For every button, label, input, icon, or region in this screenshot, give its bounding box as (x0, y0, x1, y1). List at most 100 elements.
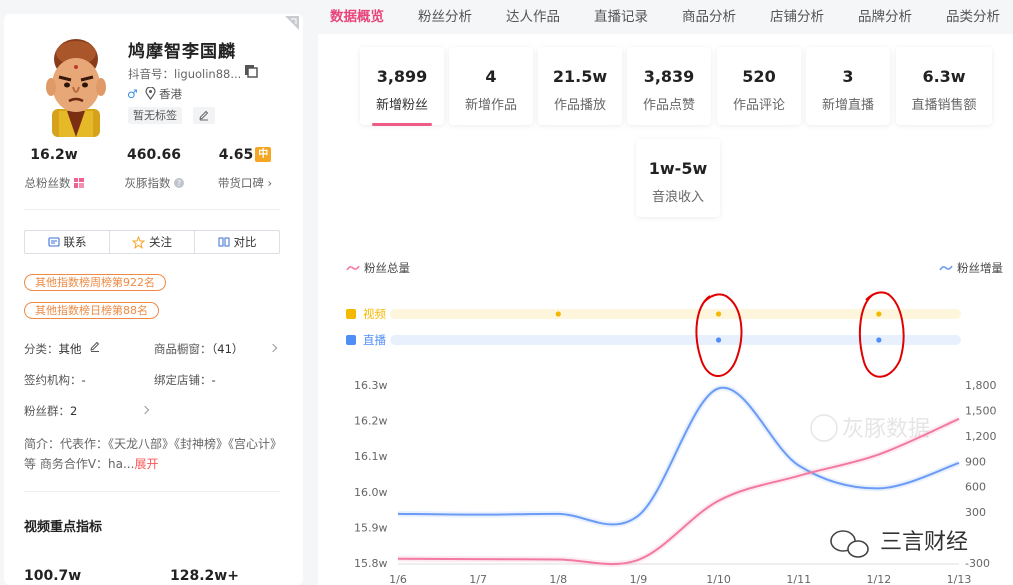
tab-creator-works[interactable]: 达人作品 (506, 5, 560, 25)
shop-info: 绑定店铺：- (154, 372, 216, 388)
follow-label: 关注 (149, 234, 172, 250)
watermark-icon (811, 415, 837, 441)
follow-button[interactable]: 关注 (110, 231, 195, 253)
fans-trend-chart: 视频直播15.8w15.9w16.0w16.1w16.2w16.3w-30030… (318, 34, 1013, 585)
grid-icon (74, 178, 84, 188)
event-row-label: 视频 (346, 307, 386, 321)
profile-name: 鸠摩智李国麟 (128, 37, 236, 62)
divider (24, 491, 280, 492)
stat-label: 灰豚指数? (106, 175, 202, 191)
compare-button[interactable]: 对比 (195, 231, 279, 253)
fans-group-info: 粉丝群：2 (24, 403, 77, 419)
tab-fans-analysis[interactable]: 粉丝分析 (418, 5, 472, 25)
tab-brand-analysis[interactable]: 品牌分析 (858, 5, 912, 25)
y-right-tick-label: 1,200 (965, 430, 997, 443)
tab-live-records[interactable]: 直播记录 (594, 5, 648, 25)
douyin-id: 抖音号：liguolin88... (128, 66, 241, 82)
y-left-tick-label: 15.9w (354, 521, 388, 534)
copy-icon[interactable] (244, 64, 258, 78)
location-text: 香港 (159, 86, 182, 102)
showcase-arrow-icon[interactable] (269, 344, 277, 352)
event-row-label: 直播 (346, 333, 386, 347)
fans-group-arrow-icon[interactable] (141, 406, 149, 414)
tab-bar: 数据概览 粉丝分析 达人作品 直播记录 商品分析 店铺分析 品牌分析 品类分析 (318, 0, 1013, 30)
event-point (876, 337, 881, 342)
x-tick-label: 1/8 (549, 573, 567, 585)
stat-value: 16.2w (6, 147, 102, 167)
stat-total-fans[interactable]: 16.2w 总粉丝数 (6, 147, 102, 191)
event-row-text: 视频 (363, 307, 386, 321)
edit-tag-button[interactable] (193, 107, 215, 124)
event-track (390, 309, 961, 319)
tab-category-analysis[interactable]: 品类分析 (946, 5, 1000, 25)
x-tick-label: 1/11 (786, 573, 811, 585)
expand-link[interactable]: 展开 (134, 457, 158, 471)
wechat-watermark-text: 三言财经 (880, 530, 968, 555)
star-icon (132, 236, 145, 249)
stat-value: 460.66 (106, 147, 202, 167)
y-right-tick-label: 600 (965, 481, 986, 494)
video-metrics-title: 视频重点指标 (24, 516, 102, 535)
reputation-badge: 中 (255, 147, 271, 162)
event-point (716, 337, 721, 342)
x-tick-label: 1/10 (706, 573, 731, 585)
contact-label: 联系 (64, 234, 87, 250)
svg-text:?: ? (176, 179, 180, 188)
y-right-tick-label: 1,800 (965, 379, 997, 392)
y-left-tick-label: 16.2w (354, 415, 388, 428)
y-right-tick-label: -300 (965, 557, 990, 570)
y-left-tick-label: 16.3w (354, 379, 388, 392)
event-track (390, 335, 961, 345)
event-row-text: 直播 (363, 333, 386, 347)
stat-label: 带货口碑 › (197, 175, 293, 191)
tab-data-overview[interactable]: 数据概览 (330, 5, 384, 25)
location-icon (145, 87, 156, 100)
stat-reputation[interactable]: 4.65中 带货口碑 › (197, 147, 293, 191)
compare-label: 对比 (234, 234, 257, 250)
live-icon (346, 335, 356, 345)
tab-shop-analysis[interactable]: 店铺分析 (770, 5, 824, 25)
daily-rank-badge[interactable]: 其他指数榜日榜第88名 (24, 302, 159, 319)
showcase-info: 商品橱窗：（41） (154, 341, 243, 357)
video-icon (346, 309, 356, 319)
event-point (556, 311, 561, 316)
message-icon (48, 236, 60, 248)
x-tick-label: 1/9 (630, 573, 648, 585)
contact-button[interactable]: 联系 (25, 231, 110, 253)
profile-stats: 16.2w 总粉丝数 460.66 灰豚指数? 4.65中 带货口碑 › (4, 147, 303, 197)
compare-icon (218, 236, 230, 248)
gender-male-icon: ♂ (127, 87, 138, 101)
wechat-icon (848, 541, 868, 557)
y-left-tick-label: 16.0w (354, 486, 388, 499)
video-metric-value: 100.7w (24, 568, 81, 584)
tab-product-analysis[interactable]: 商品分析 (682, 5, 736, 25)
help-icon[interactable]: ? (174, 178, 184, 188)
edit-category-icon[interactable] (89, 341, 101, 353)
weekly-rank-badge[interactable]: 其他指数榜周榜第922名 (24, 274, 166, 291)
avatar[interactable] (37, 37, 115, 137)
stat-value: 4.65中 (197, 147, 293, 167)
x-tick-label: 1/6 (389, 573, 407, 585)
divider (24, 209, 280, 210)
event-point (876, 311, 881, 316)
video-metric-value: 128.2w+ (170, 568, 239, 584)
y-left-tick-label: 15.8w (354, 557, 388, 570)
y-right-tick-label: 900 (965, 455, 986, 468)
profile-tag: 暂无标签 (128, 107, 182, 124)
y-right-tick-label: 300 (965, 506, 986, 519)
qr-corner-icon[interactable] (285, 16, 299, 30)
stat-huitun-index[interactable]: 460.66 灰豚指数? (106, 147, 202, 191)
x-tick-label: 1/12 (867, 573, 892, 585)
overview-main: 3,899 新增粉丝 4 新增作品 21.5w 作品播放 3,839 作品点赞 … (318, 34, 1013, 585)
y-right-tick-label: 1,500 (965, 404, 997, 417)
category-info: 分类：其他 (24, 341, 82, 357)
annotation-circle (860, 292, 904, 376)
action-bar: 联系 关注 对比 (24, 230, 280, 254)
agency-info: 签约机构：- (24, 372, 86, 388)
wechat-watermark: 三言财经 (831, 530, 968, 557)
event-point (716, 311, 721, 316)
x-tick-label: 1/13 (947, 573, 972, 585)
profile-panel: 鸠摩智李国麟 抖音号：liguolin88... ♂ 香港 暂无标签 16.2w… (4, 14, 303, 585)
intro-text: 简介：代表作：《天龙八部》《封神榜》《宫心计》等 商务合作V：ha...展开 (24, 434, 284, 474)
x-tick-label: 1/7 (469, 573, 487, 585)
